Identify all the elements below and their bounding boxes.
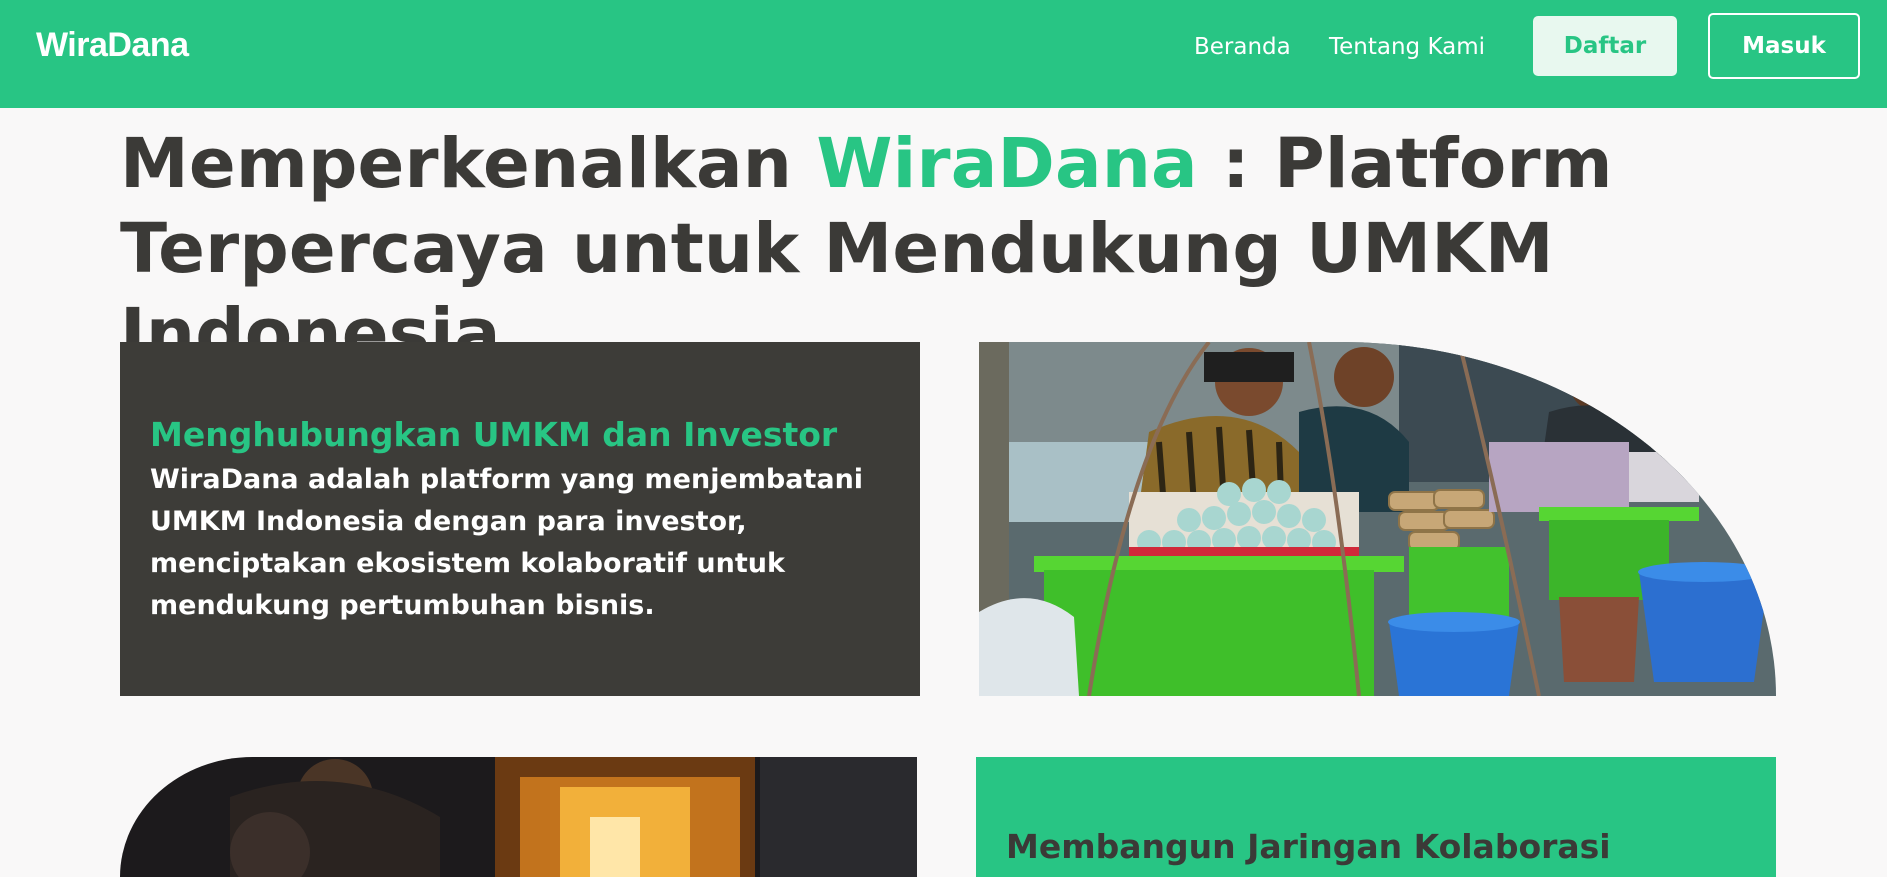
green-feature-card: Membangun Jaringan Kolaborasi xyxy=(976,757,1776,877)
title-prefix: Memperkenalkan xyxy=(120,124,817,204)
info-card-body: WiraDana adalah platform yang menjembata… xyxy=(150,464,864,621)
title-brand-accent: WiraDana xyxy=(816,124,1198,204)
navbar: WiraDana Beranda Tentang Kami Daftar Mas… xyxy=(0,0,1887,108)
info-card-heading: Menghubungkan UMKM dan Investor xyxy=(150,415,838,454)
night-stall-photo xyxy=(120,757,917,877)
login-button[interactable]: Masuk xyxy=(1708,13,1860,79)
info-card: Menghubungkan UMKM dan Investor WiraDana… xyxy=(120,342,920,696)
register-button[interactable]: Daftar xyxy=(1533,16,1677,76)
market-photo xyxy=(979,342,1776,696)
nav-link-tentang-kami[interactable]: Tentang Kami xyxy=(1329,34,1485,60)
brand-logo[interactable]: WiraDana xyxy=(36,26,189,65)
nav-link-beranda[interactable]: Beranda xyxy=(1194,34,1291,60)
green-card-title: Membangun Jaringan Kolaborasi xyxy=(1006,827,1611,866)
page-title: Memperkenalkan WiraDana : Platform Terpe… xyxy=(120,122,1820,377)
